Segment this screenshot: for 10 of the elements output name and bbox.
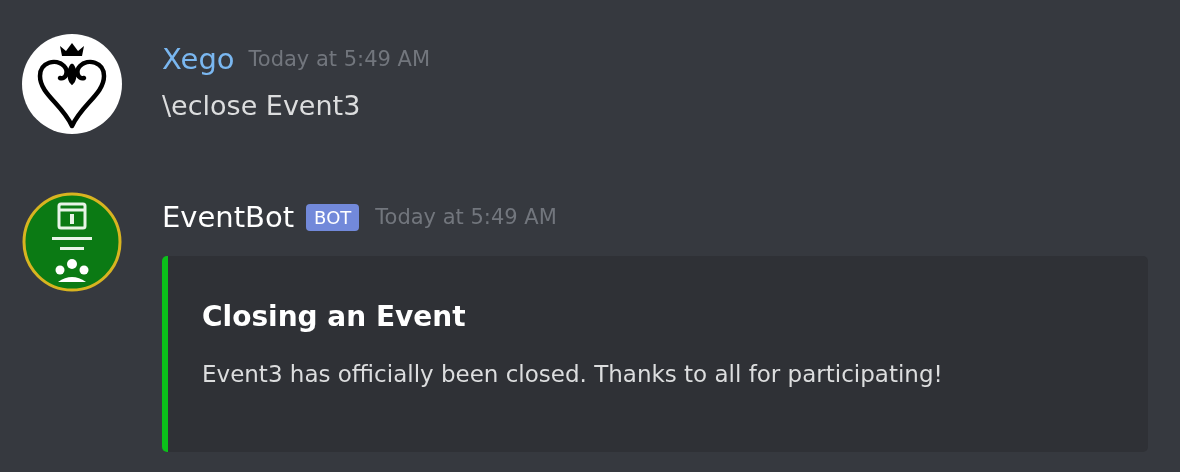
avatar-icon[interactable] (22, 192, 122, 292)
message-text: \eclose Event3 (162, 90, 362, 121)
bot-tag: BOT (306, 203, 360, 231)
username[interactable]: Xego (162, 42, 235, 76)
timestamp: Today at 5:49 AM (375, 205, 557, 229)
timestamp: Today at 5:49 AM (248, 47, 431, 71)
avatar-icon[interactable] (22, 34, 122, 134)
username[interactable]: EventBot (162, 200, 295, 234)
embed-description: Event3 has officially been closed. Thanks to all for participating! (202, 361, 944, 387)
embed-title: Closing an Event (202, 300, 467, 333)
